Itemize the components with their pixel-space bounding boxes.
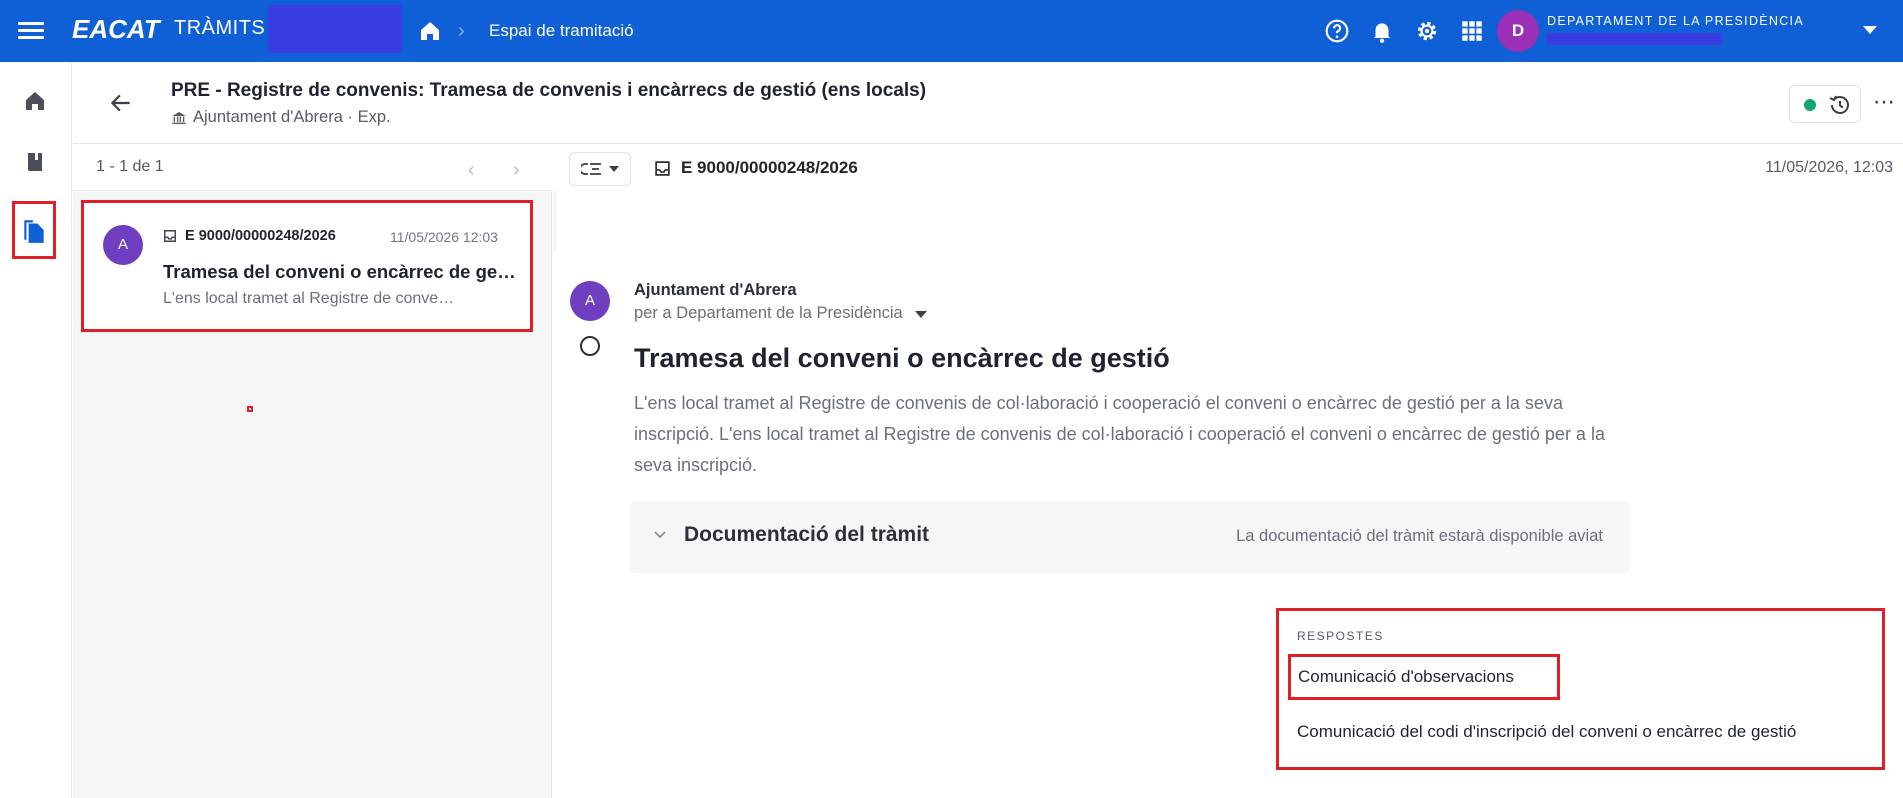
previous-page-icon[interactable]: ‹ [468,159,475,182]
documentation-title: Documentació del tràmit [684,523,930,546]
list-item-ref-text: E 9000/00000248/2026 [185,228,336,244]
documentation-note: La documentació del tràmit estarà dispon… [1236,527,1603,545]
message-body: L'ens local tramet al Registre de conven… [634,393,1605,475]
detail-ref-text: E 9000/00000248/2026 [681,158,858,177]
message-list: 1 - 1 de 1 ‹ › A E 9000/00000248/2026 11… [73,145,552,798]
home-icon[interactable] [417,19,443,43]
list-item-date: 11/05/2026 12:03 [390,229,498,245]
chevron-down-icon[interactable] [652,527,668,543]
list-view-icon [581,163,601,175]
page-subtitle-text: Ajuntament d'Abrera · Exp. [193,108,391,126]
redacted-user-name [1547,33,1722,45]
status-circle-icon[interactable] [580,336,600,356]
book-icon [28,153,42,171]
inbox-icon [164,230,176,242]
history-icon[interactable] [1828,93,1852,117]
brand-logo[interactable]: EACAT [72,14,160,45]
responses-panel: RESPOSTES Comunicació d'observacions Com… [1276,608,1885,770]
view-mode-button[interactable] [569,152,631,186]
list-item-ref: E 9000/00000248/2026 [163,228,336,244]
rail-item-home[interactable] [14,80,56,122]
apps-grid-icon[interactable] [1459,18,1485,44]
next-page-icon[interactable]: › [513,159,520,182]
home-icon [26,92,44,110]
brand-subtitle: TRÀMITS [174,17,266,39]
list-item-snippet: L'ens local tramet al Registre de conven… [163,290,463,307]
documentation-section[interactable]: Documentació del tràmit La documentació … [630,501,1630,573]
responses-heading: RESPOSTES [1297,629,1384,643]
detail-ref: E 9000/00000248/2026 [654,158,858,178]
help-icon[interactable] [1324,18,1350,44]
status-online-icon [1804,99,1816,111]
detail-toolbar: E 9000/00000248/2026 11/05/2026, 12:03 [553,145,1903,191]
page-subtitle: Ajuntament d'Abrera · Exp. [171,108,391,127]
list-item-title: Tramesa del conveni o encàrrec de gestió [163,261,518,282]
left-rail [0,62,72,798]
response-observations[interactable]: Comunicació d'observacions [1288,654,1560,700]
page-title: PRE - Registre de convenis: Tramesa de c… [171,80,927,101]
top-bar: EACAT TRÀMITS › Espai de tramitació D DE… [0,0,1903,62]
user-avatar[interactable]: D [1497,10,1539,52]
timeline-gutter [553,191,557,251]
pagination-count: 1 - 1 de 1 [96,158,164,175]
gear-icon[interactable] [1414,18,1440,44]
sender-name: Ajuntament d'Abrera [634,281,797,299]
status-control[interactable] [1789,85,1861,123]
department-name[interactable]: DEPARTAMENT DE LA PRESIDÈNCIA [1547,14,1804,28]
message-title: Tramesa del conveni o encàrrec de gestió [634,343,1170,373]
breadcrumb-current[interactable]: Espai de tramitació [489,21,634,41]
highlight-marker [247,406,253,412]
recipient-text: per a Departament de la Presidència [634,304,903,322]
arrow-left-icon[interactable] [108,90,134,116]
rail-item-book[interactable] [14,141,56,183]
institution-icon [172,111,186,124]
more-options-icon[interactable]: ⋯ [1873,89,1896,115]
breadcrumb-separator-icon: › [458,20,465,42]
list-item[interactable]: A E 9000/00000248/2026 11/05/2026 12:03 … [81,200,533,332]
caret-down-icon[interactable] [914,311,927,318]
sender-avatar: A [103,225,143,265]
detail-date: 11/05/2026, 12:03 [1765,159,1893,176]
redacted-block [268,5,402,53]
sender-avatar: A [570,281,610,321]
rail-item-documents[interactable] [12,201,56,259]
bell-icon[interactable] [1369,18,1395,44]
chevron-down-icon[interactable] [1863,26,1877,34]
menu-icon[interactable] [18,19,44,43]
response-registration-code[interactable]: Comunicació del codi d'inscripció del co… [1297,722,1796,742]
documents-icon [24,220,44,243]
list-header: 1 - 1 de 1 ‹ › [73,145,552,191]
recipient-line: per a Departament de la Presidència [634,304,927,323]
inbox-icon [655,160,670,176]
caret-down-icon [609,166,619,172]
expedient-header: PRE - Registre de convenis: Tramesa de c… [73,62,1903,144]
